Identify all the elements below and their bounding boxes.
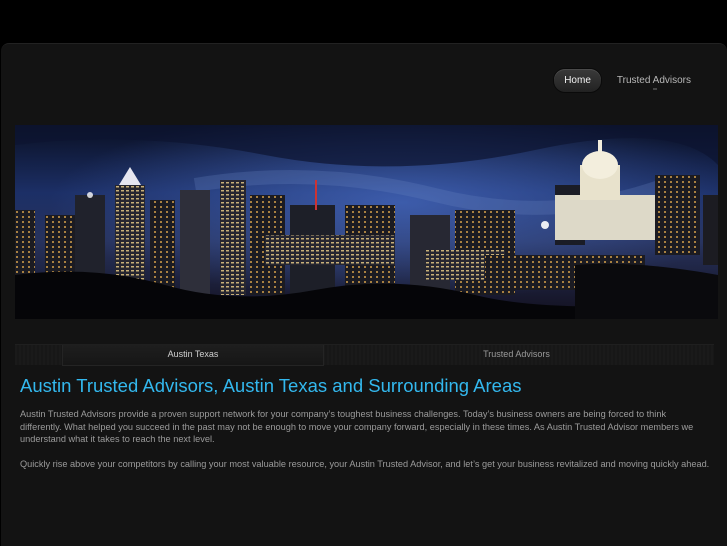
main-nav: Home Trusted Advisors (554, 69, 701, 92)
intro-paragraph: Austin Trusted Advisors provide a proven… (20, 409, 694, 444)
cta-paragraph: Quickly rise above your competitors by c… (20, 459, 710, 469)
section-tabs: Austin Texas Trusted Advisors (15, 344, 714, 366)
nav-hover-marker (653, 88, 657, 90)
main-content: Austin Trusted Advisors provide a proven… (20, 408, 710, 483)
tab-trusted-advisors[interactable]: Trusted Advisors (323, 345, 710, 365)
nav-home-link[interactable]: Home (554, 69, 601, 92)
site-frame: Home Trusted Advisors Austin Texas Trust… (1, 43, 727, 546)
skyline-illustration (15, 125, 718, 319)
city-skyline-banner (15, 125, 718, 319)
page-title: Austin Trusted Advisors, Austin Texas an… (20, 375, 522, 396)
tab-austin-texas[interactable]: Austin Texas (62, 345, 324, 366)
